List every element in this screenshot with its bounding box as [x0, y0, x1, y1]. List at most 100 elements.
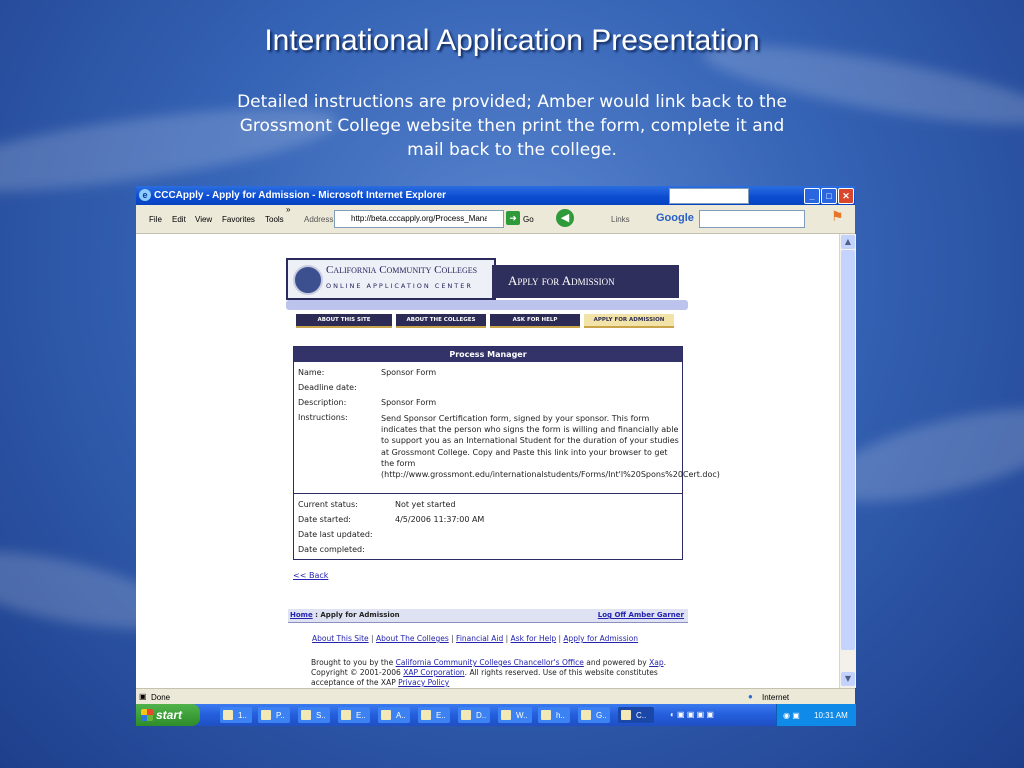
credits-text: Brought to you by the California Communi…	[311, 658, 671, 688]
back-link[interactable]: << Back	[293, 571, 328, 580]
slide-title: International Application Presentation	[264, 24, 760, 57]
browser-content: California Community Colleges ONLINE APP…	[136, 234, 839, 688]
panel-divider	[294, 493, 682, 494]
name-label: Name:	[298, 368, 325, 377]
menu-tools[interactable]: Tools	[265, 215, 284, 224]
footer-ask-help[interactable]: Ask for Help	[511, 634, 557, 643]
toolbar-chevron[interactable]: »	[286, 205, 290, 214]
footer-links: About This Site | About The Colleges | F…	[312, 634, 639, 643]
scroll-thumb[interactable]	[841, 250, 855, 650]
footer-about-colleges[interactable]: About The Colleges	[376, 634, 449, 643]
instructions-value: Send Sponsor Certification form, signed …	[381, 414, 720, 480]
logoff-link[interactable]: Log Off Amber Garner	[598, 611, 684, 619]
nav-ask-for-help[interactable]: ASK FOR HELP	[490, 314, 580, 328]
links-label[interactable]: Links	[611, 215, 630, 224]
toolbar: File Edit View Favorites Tools » Address…	[136, 205, 855, 234]
google-search-input[interactable]	[699, 210, 805, 228]
browser-window: e CCCApply - Apply for Admission - Micro…	[136, 186, 856, 726]
maximize-button[interactable]: □	[821, 188, 837, 204]
nav-about-the-colleges[interactable]: ABOUT THE COLLEGES	[396, 314, 486, 328]
start-label: start	[156, 708, 183, 722]
date-updated-label: Date last updated:	[298, 530, 373, 539]
app-icon	[621, 710, 631, 720]
quicklaunch-icons[interactable]: ◐ ▣ ▣ ▣ ▣	[670, 710, 714, 719]
taskbar-item[interactable]: E..	[418, 707, 450, 723]
menu-view[interactable]: View	[195, 215, 212, 224]
breadcrumb-current: : Apply for Admission	[312, 611, 400, 619]
app-icon	[223, 710, 233, 720]
logo-main-text: California Community Colleges	[326, 264, 478, 276]
taskbar-item[interactable]: D..	[458, 707, 490, 723]
title-search-box[interactable]	[669, 188, 749, 204]
minimize-button[interactable]: _	[804, 188, 820, 204]
slide-subtitle: Detailed instructions are provided; Ambe…	[237, 92, 787, 160]
footer-apply[interactable]: Apply for Admission	[563, 634, 638, 643]
close-button[interactable]: ✕	[838, 188, 854, 204]
menu-file[interactable]: File	[149, 215, 162, 224]
cccapply-logo: California Community Colleges ONLINE APP…	[286, 258, 496, 300]
status-label: Current status:	[298, 500, 358, 509]
apply-banner: Apply for Admission	[492, 265, 679, 298]
vertical-scrollbar[interactable]: ▲ ▼	[839, 234, 856, 688]
nav-apply-for-admission[interactable]: APPLY FOR ADMISSION	[584, 314, 674, 328]
taskbar-item[interactable]: E..	[338, 707, 370, 723]
scroll-down-icon[interactable]: ▼	[841, 672, 855, 686]
page-icon: ▣	[139, 692, 147, 701]
credits-part1: Brought to you by the	[311, 658, 396, 667]
clock[interactable]: 10:31 AM	[814, 711, 848, 720]
status-text: Done	[151, 693, 171, 702]
taskbar-item[interactable]: h..	[538, 707, 570, 723]
tray-icons[interactable]: ◉ ▣	[783, 711, 800, 720]
credits-part2: and powered by	[583, 658, 650, 667]
address-url: http://beta.cccapply.org/Process_Manag	[351, 214, 487, 223]
taskbar-item[interactable]: 1..	[220, 707, 252, 723]
date-started-label: Date started:	[298, 515, 351, 524]
taskbar-item-active[interactable]: C..	[618, 707, 654, 723]
description-label: Description:	[298, 398, 347, 407]
go-button[interactable]: Go	[523, 215, 534, 224]
taskbar: start 1.. P.. S.. E.. A.. E.. D.. W.. h.…	[136, 704, 856, 726]
go-arrow-icon[interactable]: ➜	[506, 211, 520, 225]
ie-icon: e	[139, 189, 151, 201]
deadline-label: Deadline date:	[298, 383, 357, 392]
process-manager-panel: Process Manager Name: Sponsor Form Deadl…	[293, 346, 720, 560]
address-label: Address	[304, 215, 334, 224]
windows-flag-icon	[141, 709, 153, 721]
taskbar-item[interactable]: W..	[498, 707, 532, 723]
college-seal-icon	[293, 265, 323, 295]
back-arrow-icon[interactable]: ◀	[556, 209, 574, 227]
app-icon	[541, 710, 551, 720]
address-bar[interactable]: http://beta.cccapply.org/Process_Manag	[334, 210, 504, 228]
menu-edit[interactable]: Edit	[172, 215, 186, 224]
breadcrumb: Home : Apply for Admission Log Off Amber…	[288, 609, 688, 623]
app-icon	[421, 710, 431, 720]
taskbar-item[interactable]: A..	[378, 707, 410, 723]
app-icon	[461, 710, 471, 720]
app-icon	[581, 710, 591, 720]
taskbar-item[interactable]: G..	[578, 707, 610, 723]
scroll-up-icon[interactable]: ▲	[841, 235, 855, 249]
app-icon	[381, 710, 391, 720]
app-icon	[501, 710, 511, 720]
footer-about-site[interactable]: About This Site	[312, 634, 369, 643]
breadcrumb-home-link[interactable]: Home	[290, 611, 313, 619]
taskbar-item[interactable]: P..	[258, 707, 290, 723]
status-value: Not yet started	[395, 500, 456, 509]
xap-corporation-link[interactable]: XAP Corporation	[403, 668, 464, 677]
folder-icon	[341, 710, 351, 720]
taskbar-item[interactable]: S..	[298, 707, 330, 723]
globe-icon: ●	[748, 692, 753, 701]
app-icon	[301, 710, 311, 720]
xap-link[interactable]: Xap	[649, 658, 664, 667]
menu-favorites[interactable]: Favorites	[222, 215, 255, 224]
google-toolbar-label[interactable]: Google	[656, 212, 694, 224]
windows-logo-icon: ⚑	[831, 208, 844, 224]
footer-financial-aid[interactable]: Financial Aid	[456, 634, 503, 643]
app-icon	[261, 710, 271, 720]
start-button[interactable]: start	[136, 704, 200, 726]
nav-about-this-site[interactable]: ABOUT THIS SITE	[296, 314, 392, 328]
privacy-policy-link[interactable]: Privacy Policy	[398, 678, 449, 687]
logo-sub-text: ONLINE APPLICATION CENTER	[326, 282, 473, 290]
chancellor-office-link[interactable]: California Community Colleges Chancellor…	[396, 658, 584, 667]
title-bar: e CCCApply - Apply for Admission - Micro…	[136, 186, 855, 205]
